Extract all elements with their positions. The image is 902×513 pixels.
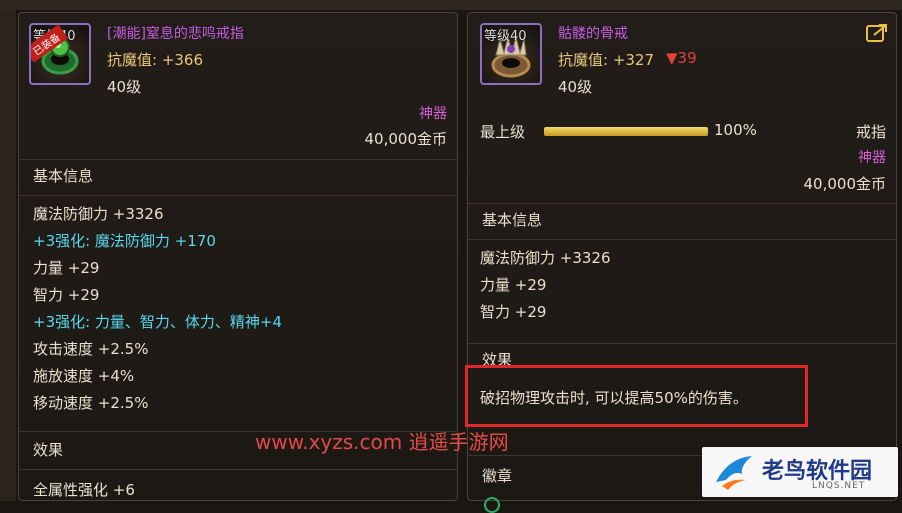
divider (19, 159, 457, 160)
item-level-label: 等级40 (484, 29, 527, 44)
stat-line: +3强化: 魔法防御力 +170 (33, 232, 216, 250)
rarity-label: 神器 (419, 106, 447, 122)
stat-line: 力量 +29 (480, 276, 547, 294)
stat-line: 魔法防御力 +3326 (33, 205, 164, 223)
share-icon[interactable] (866, 23, 888, 43)
site-watermark: www.xyzs.com 逍遥手游网 (255, 430, 509, 454)
item-name: [潮能]窒息的悲鸣戒指 (107, 26, 244, 42)
required-level: 40级 (558, 78, 593, 96)
basic-info-heading: 基本信息 (482, 211, 543, 229)
price-label: 40,000金币 (364, 130, 448, 148)
stat-line: 施放速度 +4% (33, 367, 135, 385)
upgrade-progress-bar (544, 127, 708, 136)
bone-ring-icon: 等级40 (480, 23, 542, 85)
upgrade-progress-fill (544, 127, 708, 136)
effect-highlight-box (465, 365, 808, 427)
emblem-slot-icon (484, 497, 500, 513)
upgrade-percent: 100% (714, 121, 757, 139)
effect-heading: 效果 (33, 441, 64, 459)
divider (468, 203, 896, 204)
magic-resist-value: 抗魔值: +366 (107, 51, 204, 69)
ring-item-icon: 等级40 已装备 (29, 23, 91, 85)
resist-diff: ▼39 (666, 49, 697, 67)
upgrade-label: 最上级 (480, 123, 526, 141)
effect-line: 全属性强化 +6 (33, 481, 135, 499)
basic-info-heading: 基本信息 (33, 167, 94, 185)
stat-line: 力量 +29 (33, 259, 100, 277)
divider (19, 469, 457, 470)
top-background-bar (0, 0, 902, 10)
bird-logo-icon (716, 456, 752, 490)
logo-subtext: LNQS.NET (812, 481, 866, 491)
stat-line: 智力 +29 (480, 303, 547, 321)
divider (19, 195, 457, 196)
price-label: 40,000金币 (803, 175, 887, 193)
rarity-label: 神器 (858, 150, 886, 166)
magic-resist-value: 抗魔值: +327 (558, 51, 655, 69)
divider (468, 239, 896, 240)
site-logo: 老鸟软件园 LNQS.NET (702, 447, 898, 497)
slot-label: 戒指 (855, 123, 886, 141)
divider (468, 343, 896, 344)
compare-item-tooltip: 等级40 骷髅的骨戒 抗魔值: +327 ▼39 40级 最上级 100% 戒指… (467, 12, 897, 513)
item-name: 骷髅的骨戒 (558, 26, 628, 42)
required-level: 40级 (107, 78, 142, 96)
stat-line: 攻击速度 +2.5% (33, 340, 149, 358)
stat-line: 移动速度 +2.5% (33, 394, 149, 412)
stat-line: 魔法防御力 +3326 (480, 249, 611, 267)
emblem-heading: 徽章 (482, 467, 513, 485)
stat-line: +3强化: 力量、智力、体力、精神+4 (33, 313, 283, 331)
left-edge-sidebar (0, 0, 16, 501)
stat-line: 智力 +29 (33, 286, 100, 304)
